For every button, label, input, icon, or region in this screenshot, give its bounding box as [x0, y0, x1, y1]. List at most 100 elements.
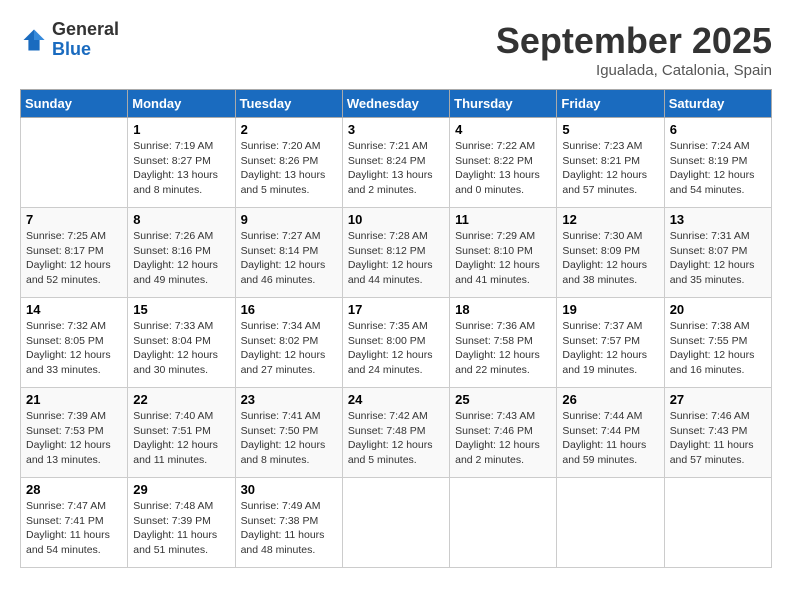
day-number: 9	[241, 212, 337, 227]
weekday-header: Thursday	[450, 90, 557, 118]
calendar-cell: 5 Sunrise: 7:23 AM Sunset: 8:21 PM Daylig…	[557, 118, 664, 208]
day-info: Sunrise: 7:37 AM Sunset: 7:57 PM Dayligh…	[562, 319, 658, 378]
calendar-week-row: 21 Sunrise: 7:39 AM Sunset: 7:53 PM Dayli…	[21, 388, 772, 478]
calendar-cell: 28Sunrise: 7:47 AM Sunset: 7:41 PM Dayli…	[21, 478, 128, 568]
calendar-cell: 19Sunrise: 7:37 AM Sunset: 7:57 PM Dayli…	[557, 298, 664, 388]
weekday-header: Saturday	[664, 90, 771, 118]
day-info: Sunrise: 7:46 AM Sunset: 7:43 PM Dayligh…	[670, 409, 766, 468]
day-number: 15	[133, 302, 229, 317]
day-number: 1	[133, 122, 229, 137]
calendar-cell: 25Sunrise: 7:43 AM Sunset: 7:46 PM Dayli…	[450, 388, 557, 478]
location: Igualada, Catalonia, Spain	[496, 62, 772, 79]
calendar-cell: 20 Sunrise: 7:38 AM Sunset: 7:55 PM Dayli…	[664, 298, 771, 388]
logo-icon	[20, 26, 48, 54]
day-number: 29	[133, 482, 229, 497]
weekday-header: Tuesday	[235, 90, 342, 118]
weekday-header: Monday	[128, 90, 235, 118]
calendar-cell: 29Sunrise: 7:48 AM Sunset: 7:39 PM Dayli…	[128, 478, 235, 568]
calendar-cell	[557, 478, 664, 568]
calendar-cell	[342, 478, 449, 568]
calendar-cell: 11Sunrise: 7:29 AM Sunset: 8:10 PM Dayli…	[450, 208, 557, 298]
day-number: 3	[348, 122, 444, 137]
calendar-cell: 4 Sunrise: 7:22 AM Sunset: 8:22 PM Daylig…	[450, 118, 557, 208]
day-number: 18	[455, 302, 551, 317]
calendar-cell: 16Sunrise: 7:34 AM Sunset: 8:02 PM Dayli…	[235, 298, 342, 388]
weekday-header: Sunday	[21, 90, 128, 118]
day-number: 24	[348, 392, 444, 407]
calendar-cell: 12 Sunrise: 7:30 AM Sunset: 8:09 PM Dayli…	[557, 208, 664, 298]
day-info: Sunrise: 7:33 AM Sunset: 8:04 PM Dayligh…	[133, 319, 229, 378]
day-info: Sunrise: 7:21 AM Sunset: 8:24 PM Dayligh…	[348, 139, 444, 198]
calendar-cell: 14 Sunrise: 7:32 AM Sunset: 8:05 PM Dayli…	[21, 298, 128, 388]
title-area: September 2025 Igualada, Catalonia, Spai…	[496, 20, 772, 79]
day-number: 6	[670, 122, 766, 137]
day-number: 17	[348, 302, 444, 317]
day-info: Sunrise: 7:25 AM Sunset: 8:17 PM Dayligh…	[26, 229, 122, 288]
calendar-cell	[21, 118, 128, 208]
day-info: Sunrise: 7:23 AM Sunset: 8:21 PM Dayligh…	[562, 139, 658, 198]
calendar-table: SundayMondayTuesdayWednesdayThursdayFrid…	[20, 89, 772, 568]
calendar-cell: 6Sunrise: 7:24 AM Sunset: 8:19 PM Daylig…	[664, 118, 771, 208]
day-info: Sunrise: 7:20 AM Sunset: 8:26 PM Dayligh…	[241, 139, 337, 198]
day-info: Sunrise: 7:38 AM Sunset: 7:55 PM Dayligh…	[670, 319, 766, 378]
day-info: Sunrise: 7:40 AM Sunset: 7:51 PM Dayligh…	[133, 409, 229, 468]
day-info: Sunrise: 7:49 AM Sunset: 7:38 PM Dayligh…	[241, 499, 337, 558]
calendar-cell: 10 Sunrise: 7:28 AM Sunset: 8:12 PM Dayli…	[342, 208, 449, 298]
calendar-cell	[450, 478, 557, 568]
page-header: General Blue September 2025 Igualada, Ca…	[20, 20, 772, 79]
calendar-week-row: 1 Sunrise: 7:19 AM Sunset: 8:27 PM Daylig…	[21, 118, 772, 208]
day-info: Sunrise: 7:39 AM Sunset: 7:53 PM Dayligh…	[26, 409, 122, 468]
calendar-week-row: 7 Sunrise: 7:25 AM Sunset: 8:17 PM Daylig…	[21, 208, 772, 298]
day-number: 5	[562, 122, 658, 137]
logo-general: General	[52, 20, 119, 40]
day-info: Sunrise: 7:27 AM Sunset: 8:14 PM Dayligh…	[241, 229, 337, 288]
day-info: Sunrise: 7:32 AM Sunset: 8:05 PM Dayligh…	[26, 319, 122, 378]
calendar-cell: 1 Sunrise: 7:19 AM Sunset: 8:27 PM Daylig…	[128, 118, 235, 208]
day-info: Sunrise: 7:26 AM Sunset: 8:16 PM Dayligh…	[133, 229, 229, 288]
calendar-week-row: 14 Sunrise: 7:32 AM Sunset: 8:05 PM Dayli…	[21, 298, 772, 388]
day-info: Sunrise: 7:47 AM Sunset: 7:41 PM Dayligh…	[26, 499, 122, 558]
day-number: 11	[455, 212, 551, 227]
day-info: Sunrise: 7:28 AM Sunset: 8:12 PM Dayligh…	[348, 229, 444, 288]
day-number: 12	[562, 212, 658, 227]
calendar-cell: 9 Sunrise: 7:27 AM Sunset: 8:14 PM Daylig…	[235, 208, 342, 298]
day-number: 2	[241, 122, 337, 137]
day-info: Sunrise: 7:31 AM Sunset: 8:07 PM Dayligh…	[670, 229, 766, 288]
calendar-cell: 26Sunrise: 7:44 AM Sunset: 7:44 PM Dayli…	[557, 388, 664, 478]
day-number: 10	[348, 212, 444, 227]
day-number: 20	[670, 302, 766, 317]
calendar-cell: 7 Sunrise: 7:25 AM Sunset: 8:17 PM Daylig…	[21, 208, 128, 298]
day-info: Sunrise: 7:19 AM Sunset: 8:27 PM Dayligh…	[133, 139, 229, 198]
weekday-header: Wednesday	[342, 90, 449, 118]
day-info: Sunrise: 7:36 AM Sunset: 7:58 PM Dayligh…	[455, 319, 551, 378]
calendar-cell	[664, 478, 771, 568]
day-info: Sunrise: 7:43 AM Sunset: 7:46 PM Dayligh…	[455, 409, 551, 468]
day-info: Sunrise: 7:42 AM Sunset: 7:48 PM Dayligh…	[348, 409, 444, 468]
calendar-cell: 30 Sunrise: 7:49 AM Sunset: 7:38 PM Dayli…	[235, 478, 342, 568]
calendar-cell: 27 Sunrise: 7:46 AM Sunset: 7:43 PM Dayli…	[664, 388, 771, 478]
day-number: 27	[670, 392, 766, 407]
calendar-cell: 3 Sunrise: 7:21 AM Sunset: 8:24 PM Daylig…	[342, 118, 449, 208]
calendar-cell: 2 Sunrise: 7:20 AM Sunset: 8:26 PM Daylig…	[235, 118, 342, 208]
calendar-week-row: 28Sunrise: 7:47 AM Sunset: 7:41 PM Dayli…	[21, 478, 772, 568]
weekday-header-row: SundayMondayTuesdayWednesdayThursdayFrid…	[21, 90, 772, 118]
day-number: 8	[133, 212, 229, 227]
calendar-cell: 24 Sunrise: 7:42 AM Sunset: 7:48 PM Dayli…	[342, 388, 449, 478]
day-number: 30	[241, 482, 337, 497]
day-info: Sunrise: 7:41 AM Sunset: 7:50 PM Dayligh…	[241, 409, 337, 468]
day-number: 21	[26, 392, 122, 407]
calendar-cell: 21 Sunrise: 7:39 AM Sunset: 7:53 PM Dayli…	[21, 388, 128, 478]
calendar-cell: 23 Sunrise: 7:41 AM Sunset: 7:50 PM Dayli…	[235, 388, 342, 478]
calendar-cell: 22Sunrise: 7:40 AM Sunset: 7:51 PM Dayli…	[128, 388, 235, 478]
day-info: Sunrise: 7:22 AM Sunset: 8:22 PM Dayligh…	[455, 139, 551, 198]
month-title: September 2025	[496, 20, 772, 62]
day-number: 7	[26, 212, 122, 227]
day-number: 14	[26, 302, 122, 317]
logo: General Blue	[20, 20, 119, 60]
day-number: 4	[455, 122, 551, 137]
day-info: Sunrise: 7:30 AM Sunset: 8:09 PM Dayligh…	[562, 229, 658, 288]
logo-text: General Blue	[52, 20, 119, 60]
day-info: Sunrise: 7:34 AM Sunset: 8:02 PM Dayligh…	[241, 319, 337, 378]
day-number: 26	[562, 392, 658, 407]
day-number: 23	[241, 392, 337, 407]
